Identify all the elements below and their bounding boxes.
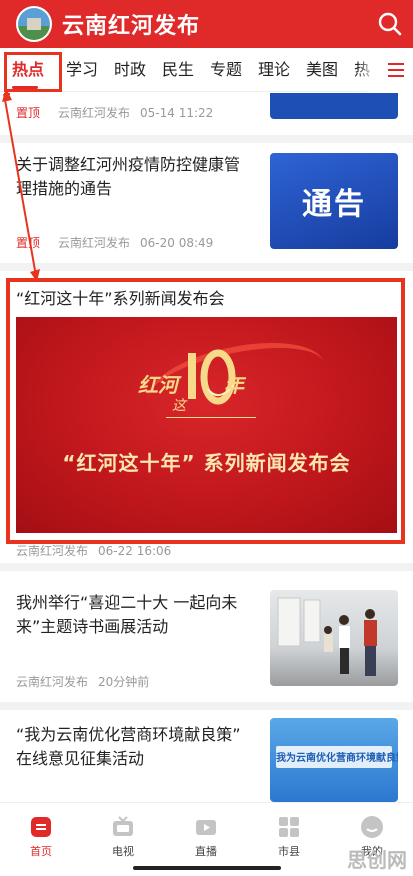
menu-icon[interactable] <box>377 48 413 92</box>
highlight-annotation-box <box>6 278 405 544</box>
article-thumbnail[interactable] <box>270 93 398 119</box>
article-time: 20分钟前 <box>98 675 150 689</box>
app-title: 云南红河发布 <box>62 14 201 39</box>
article-title[interactable]: 关于调整红河州疫情防控健康管 理措施的通告 <box>16 153 260 201</box>
nav-live[interactable]: 直播 <box>165 803 247 863</box>
tab-politics[interactable]: 时政 <box>114 48 146 92</box>
article-meta: 置顶 云南红河发布 05-14 11:22 <box>16 104 213 121</box>
article-source: 云南红河发布 <box>16 675 89 689</box>
tab-theory[interactable]: 理论 <box>258 48 290 92</box>
tab-photos[interactable]: 美图 <box>306 48 338 92</box>
nav-home[interactable]: 首页 <box>0 803 82 863</box>
tab-study[interactable]: 学习 <box>66 48 98 92</box>
article-meta: 云南红河发布 06-22 16:06 <box>16 542 171 559</box>
nav-label: 直播 <box>195 845 217 858</box>
app-header: 云南红河发布 <box>0 0 413 48</box>
nav-label: 首页 <box>30 845 52 858</box>
tab-livelihood[interactable]: 民生 <box>162 48 194 92</box>
article-time: 06-20 08:49 <box>140 236 214 250</box>
article-thumbnail[interactable]: 我为云南优化营商环境献良策 <box>270 718 398 802</box>
article-title[interactable]: 我州举行“喜迎二十大 一起向未 来”主题诗书画展活动 <box>16 591 260 639</box>
tab-special[interactable]: 专题 <box>210 48 242 92</box>
annotation-arrow-icon <box>2 88 40 282</box>
nav-tv[interactable]: 电视 <box>82 803 164 863</box>
tv-icon <box>113 816 133 836</box>
watermark: 思创网 <box>347 848 407 872</box>
news-feed[interactable]: 置顶 云南红河发布 05-14 11:22 关于调整红河州疫情防控健康管 理措施的通… <box>0 93 413 802</box>
profile-icon <box>361 816 383 838</box>
thumbnail-text: 我为云南优化营商环境献良策 <box>276 753 398 764</box>
live-video-icon <box>196 820 216 835</box>
article-time: 06-22 16:06 <box>98 544 172 558</box>
city-logo-icon <box>16 6 52 42</box>
article-meta: 置顶 云南红河发布 06-20 08:49 <box>16 234 213 251</box>
article-source: 云南红河发布 <box>16 544 89 558</box>
article-source: 云南红河发布 <box>58 106 131 120</box>
home-indicator <box>133 866 281 870</box>
nav-counties[interactable]: 市县 <box>248 803 330 863</box>
search-icon[interactable] <box>377 11 403 37</box>
article-title[interactable]: “我为云南优化营商环境献良策” 在线意见征集活动 <box>16 723 260 771</box>
grid-icon <box>279 817 299 837</box>
article-time: 05-14 11:22 <box>140 106 214 120</box>
nav-label: 电视 <box>112 845 134 858</box>
article-thumbnail[interactable]: 通告 <box>270 153 398 249</box>
exhibition-photo <box>277 597 377 676</box>
article-thumbnail[interactable] <box>270 590 398 686</box>
home-icon <box>31 817 51 837</box>
article-meta: 云南红河发布 20分钟前 <box>16 673 149 690</box>
nav-label: 市县 <box>278 845 300 858</box>
article-source: 云南红河发布 <box>58 236 131 250</box>
thumbnail-text: 通告 <box>302 187 366 222</box>
